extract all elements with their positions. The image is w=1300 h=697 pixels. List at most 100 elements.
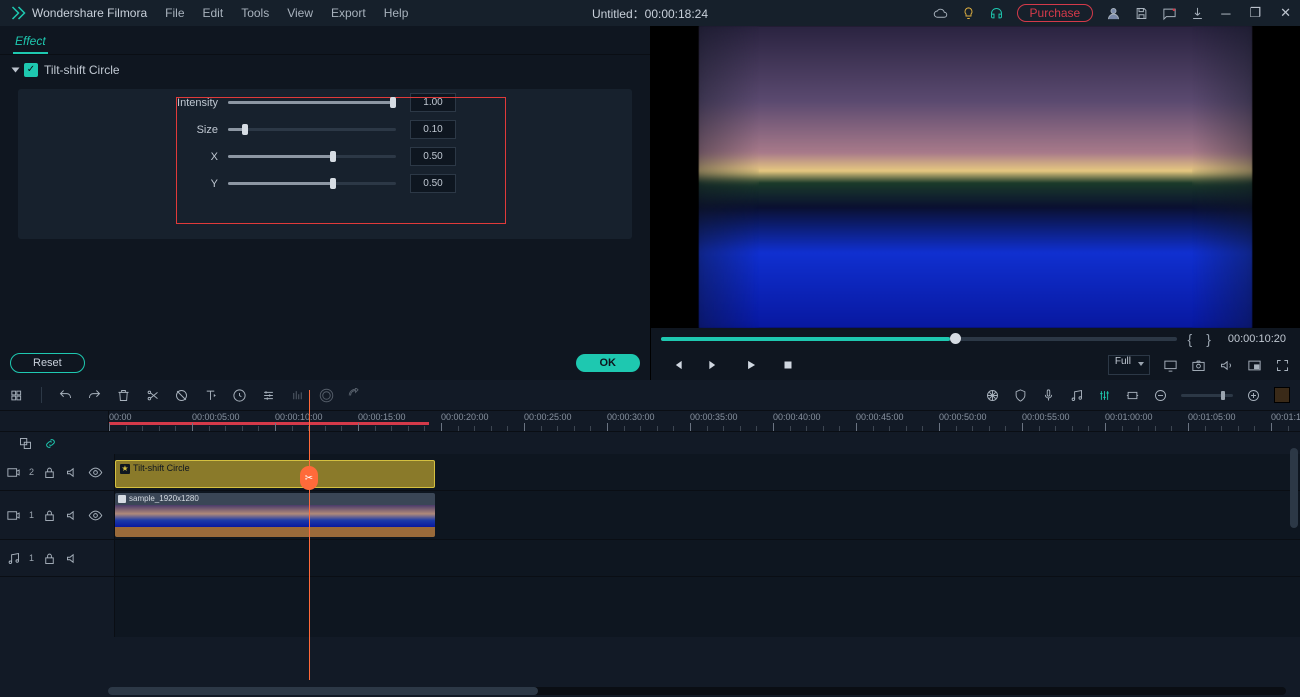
track-mute-icon[interactable]: [65, 465, 80, 480]
marker-shield-icon[interactable]: [1013, 388, 1028, 403]
preview-blur-left: [699, 26, 759, 328]
download-icon[interactable]: [1190, 6, 1205, 21]
idea-icon[interactable]: [961, 6, 976, 21]
tab-effect[interactable]: Effect: [13, 34, 48, 54]
menu-file[interactable]: File: [165, 6, 184, 20]
track-lock-icon[interactable]: [42, 508, 57, 523]
effect-section-title: Tilt-shift Circle: [44, 63, 120, 77]
redo-icon[interactable]: [87, 388, 102, 403]
preview-quality-select[interactable]: Full: [1108, 355, 1150, 375]
param-intensity-value[interactable]: 1.00: [410, 93, 456, 112]
param-size-label: Size: [18, 124, 228, 136]
cloud-icon[interactable]: [933, 6, 948, 21]
track-video-num: 1: [29, 510, 34, 520]
preview-scrubber[interactable]: [661, 337, 1177, 341]
purchase-button[interactable]: Purchase: [1017, 4, 1094, 22]
text-icon[interactable]: [203, 388, 218, 403]
support-icon[interactable]: [989, 6, 1004, 21]
prev-frame-button[interactable]: [669, 358, 684, 373]
crop-circle-icon[interactable]: [174, 388, 189, 403]
maximize-button[interactable]: ❐: [1246, 5, 1264, 21]
timeline-ruler[interactable]: 00:0000:00:05:0000:00:10:0000:00:15:0000…: [109, 411, 1300, 431]
record-icon[interactable]: [319, 388, 334, 403]
menu-edit[interactable]: Edit: [203, 6, 224, 20]
param-size-value[interactable]: 0.10: [410, 120, 456, 139]
clip-video[interactable]: sample_1920x1280: [115, 493, 435, 537]
playhead-grip[interactable]: ✂: [300, 466, 318, 490]
track-effect-num: 2: [29, 467, 34, 477]
param-y-slider[interactable]: [228, 182, 396, 185]
pip-icon[interactable]: [1247, 358, 1262, 373]
timeline-hscrollbar[interactable]: [108, 687, 1286, 695]
split-icon[interactable]: [145, 388, 160, 403]
delete-icon[interactable]: [116, 388, 131, 403]
menu-view[interactable]: View: [287, 6, 313, 20]
link-icon[interactable]: [43, 436, 58, 451]
display-icon[interactable]: [1163, 358, 1178, 373]
track-visible-icon[interactable]: [88, 508, 103, 523]
music-icon[interactable]: [1069, 388, 1084, 403]
add-track-icon[interactable]: [10, 388, 25, 403]
audio-adjust-icon[interactable]: [290, 388, 305, 403]
track-lock-icon[interactable]: [42, 465, 57, 480]
track-video-icon: [6, 465, 21, 480]
mark-out-button[interactable]: }: [1203, 331, 1214, 347]
play-button[interactable]: [743, 358, 758, 373]
reset-button[interactable]: Reset: [10, 353, 85, 373]
app-logo-icon: [8, 4, 26, 22]
mixer-icon[interactable]: [1097, 388, 1112, 403]
title-right-group: Purchase ─ ❐ ✕: [933, 4, 1294, 22]
undo-icon[interactable]: [58, 388, 73, 403]
next-frame-button[interactable]: [706, 358, 721, 373]
color-wheel-icon[interactable]: [985, 388, 1000, 403]
snapshot-icon[interactable]: [1191, 358, 1206, 373]
preview-timecode: 00:00:10:20: [1228, 333, 1286, 345]
adjust-icon[interactable]: [261, 388, 276, 403]
close-button[interactable]: ✕: [1277, 5, 1294, 21]
track-mute-icon[interactable]: [65, 551, 80, 566]
clip-effect-label: Tilt-shift Circle: [133, 463, 190, 473]
param-size-slider[interactable]: [228, 128, 396, 131]
timeline-vscrollbar[interactable]: [1290, 448, 1298, 528]
menu-export[interactable]: Export: [331, 6, 366, 20]
param-x-value[interactable]: 0.50: [410, 147, 456, 166]
track-visible-icon[interactable]: [88, 465, 103, 480]
menu-tools[interactable]: Tools: [241, 6, 269, 20]
clip-video-label: sample_1920x1280: [115, 493, 435, 505]
effect-enable-checkbox[interactable]: ✓: [24, 63, 38, 77]
preview-blur-right: [1192, 26, 1252, 328]
crop-icon[interactable]: [1125, 388, 1140, 403]
account-icon[interactable]: [1106, 6, 1121, 21]
preview-panel: { } 00:00:10:20 Full: [651, 26, 1300, 380]
title-bar: Wondershare Filmora File Edit Tools View…: [0, 0, 1300, 26]
message-icon[interactable]: [1162, 6, 1177, 21]
menu-help[interactable]: Help: [384, 6, 409, 20]
voiceover-icon[interactable]: [1041, 388, 1056, 403]
track-lock-icon[interactable]: [42, 551, 57, 566]
stop-button[interactable]: [780, 358, 795, 373]
zoom-slider[interactable]: [1181, 394, 1233, 397]
param-x-slider[interactable]: [228, 155, 396, 158]
ok-button[interactable]: OK: [576, 354, 641, 372]
save-icon[interactable]: [1134, 6, 1149, 21]
volume-icon[interactable]: [1219, 358, 1234, 373]
duplicate-icon[interactable]: [18, 436, 33, 451]
timeline-panel: 00:0000:00:05:0000:00:10:0000:00:15:0000…: [0, 380, 1300, 697]
track-mute-icon[interactable]: [65, 508, 80, 523]
color-preview[interactable]: [1274, 387, 1290, 403]
track-spacer: ✂: [126, 432, 1300, 454]
speed-icon[interactable]: [232, 388, 247, 403]
zoom-in-icon[interactable]: [1246, 388, 1261, 403]
clip-effect[interactable]: ★Tilt-shift Circle: [115, 460, 435, 488]
document-title: Untitled：00:00:18:24: [592, 5, 708, 22]
param-intensity-slider[interactable]: [228, 101, 396, 104]
fullscreen-icon[interactable]: [1275, 358, 1290, 373]
preview-viewport: [651, 26, 1300, 328]
zoom-out-icon[interactable]: [1153, 388, 1168, 403]
refresh-icon[interactable]: [348, 388, 363, 403]
minimize-button[interactable]: ─: [1218, 6, 1233, 21]
collapse-icon[interactable]: [12, 68, 20, 73]
mark-in-button[interactable]: {: [1185, 331, 1196, 347]
param-y-value[interactable]: 0.50: [410, 174, 456, 193]
effect-panel: Effect ✓ Tilt-shift Circle Intensity1.00…: [0, 26, 651, 380]
